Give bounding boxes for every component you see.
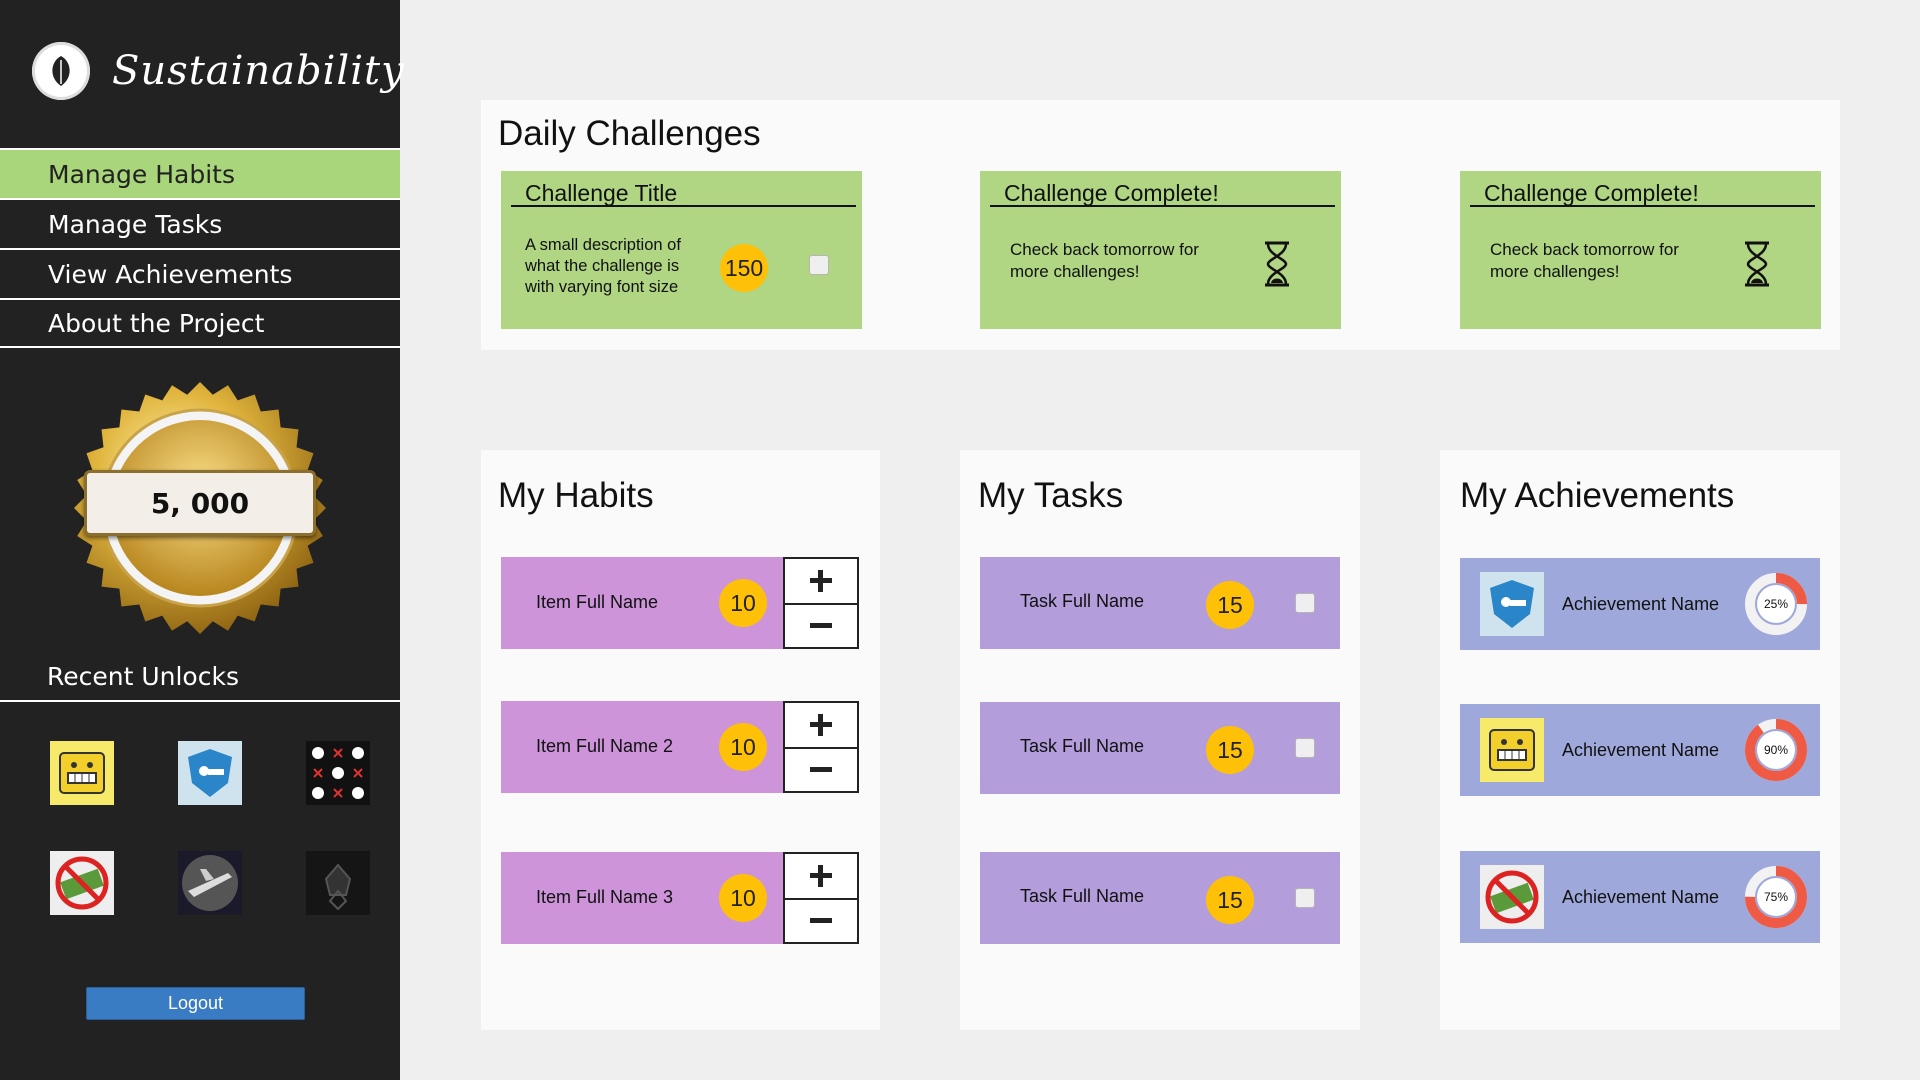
- hourglass-icon: [1745, 241, 1769, 287]
- task-name: Task Full Name: [1020, 591, 1145, 611]
- habit-stepper: [783, 701, 859, 793]
- recent-unlocks-title: Recent Unlocks: [47, 662, 239, 691]
- points-coin: 15: [1206, 876, 1254, 924]
- task-name: Task Full Name: [1020, 886, 1145, 906]
- minus-icon: [810, 623, 832, 628]
- points-badge: 5, 000: [70, 378, 330, 638]
- divider: [0, 700, 400, 702]
- grimace-face-icon[interactable]: [50, 741, 114, 805]
- plus-icon: [810, 714, 832, 736]
- nav-view-achievements[interactable]: View Achievements: [0, 248, 400, 298]
- increment-button[interactable]: [785, 703, 857, 747]
- logout-button[interactable]: Logout: [86, 987, 305, 1020]
- achievement-row[interactable]: Achievement Name 90%: [1460, 704, 1820, 796]
- points-coin: 15: [1206, 581, 1254, 629]
- app-title: Sustainability: [112, 48, 405, 94]
- no-money-icon: [1480, 865, 1544, 929]
- task-checkbox[interactable]: [1295, 888, 1315, 908]
- task-row[interactable]: Task Full Name 15: [980, 702, 1340, 794]
- task-row[interactable]: Task Full Name 15: [980, 557, 1340, 649]
- challenge-title: Challenge Title: [511, 182, 856, 207]
- progress-label: 25%: [1764, 597, 1788, 611]
- habit-name: Item Full Name: [536, 592, 659, 612]
- nav-about-project[interactable]: About the Project: [0, 298, 400, 348]
- challenge-card: Challenge Title A small description of w…: [501, 171, 862, 329]
- points-coin: 150: [720, 244, 768, 292]
- points-coin: 15: [1206, 726, 1254, 774]
- plus-icon: [810, 865, 832, 887]
- habit-name: Item Full Name 3: [536, 887, 674, 907]
- task-row[interactable]: Task Full Name 15: [980, 852, 1340, 944]
- shield-car-icon: [1480, 572, 1544, 636]
- task-checkbox[interactable]: [1295, 738, 1315, 758]
- habit-stepper: [783, 852, 859, 944]
- progress-label: 90%: [1764, 743, 1788, 757]
- challenge-complete-message: Check back tomorrow for more challenges!: [1010, 240, 1199, 281]
- daily-challenges-title: Daily Challenges: [498, 114, 761, 153]
- achievement-row[interactable]: Achievement Name 25%: [1460, 558, 1820, 650]
- nav-manage-tasks[interactable]: Manage Tasks: [0, 198, 400, 248]
- challenge-checkbox[interactable]: [809, 255, 829, 275]
- points-coin: 10: [719, 723, 767, 771]
- brand: Sustainability: [32, 42, 405, 100]
- increment-button[interactable]: [785, 559, 857, 603]
- achievement-name: Achievement Name: [1562, 887, 1720, 907]
- increment-button[interactable]: [785, 854, 857, 898]
- leaf-logo-icon: [32, 42, 90, 100]
- challenge-complete-title: Challenge Complete!: [1470, 182, 1815, 207]
- decrement-button[interactable]: [785, 747, 857, 791]
- airplane-icon[interactable]: [178, 851, 242, 915]
- decrement-button[interactable]: [785, 898, 857, 942]
- points-coin: 10: [719, 579, 767, 627]
- challenge-complete-message: Check back tomorrow for more challenges!: [1490, 240, 1679, 281]
- my-tasks-title: My Tasks: [978, 476, 1124, 515]
- dark-emblem-icon[interactable]: [306, 851, 370, 915]
- decrement-button[interactable]: [785, 603, 857, 647]
- skulls-pattern-icon[interactable]: [306, 741, 370, 805]
- grimace-face-icon: [1480, 718, 1544, 782]
- achievement-name: Achievement Name: [1562, 740, 1720, 760]
- habit-row[interactable]: Item Full Name 3 10: [501, 852, 783, 944]
- plus-icon: [810, 570, 832, 592]
- achievement-row[interactable]: Achievement Name 75%: [1460, 851, 1820, 943]
- challenge-card-complete: Challenge Complete! Check back tomorrow …: [1460, 171, 1821, 329]
- nav-manage-habits[interactable]: Manage Habits: [0, 148, 400, 198]
- habit-name: Item Full Name 2: [536, 736, 674, 756]
- challenge-description: A small description of what the challeng…: [525, 236, 681, 296]
- minus-icon: [810, 918, 832, 923]
- no-money-icon[interactable]: [50, 851, 114, 915]
- task-name: Task Full Name: [1020, 736, 1145, 756]
- progress-ring: 75%: [1745, 866, 1807, 928]
- shield-car-icon[interactable]: [178, 741, 242, 805]
- sidebar-nav: Manage Habits Manage Tasks View Achievem…: [0, 148, 400, 348]
- habit-stepper: [783, 557, 859, 649]
- challenge-complete-title: Challenge Complete!: [990, 182, 1335, 207]
- my-habits-title: My Habits: [498, 476, 654, 515]
- progress-label: 75%: [1764, 890, 1788, 904]
- progress-ring: 25%: [1745, 573, 1807, 635]
- challenge-card-complete: Challenge Complete! Check back tomorrow …: [980, 171, 1341, 329]
- points-total: 5, 000: [84, 470, 316, 536]
- habit-row[interactable]: Item Full Name 10: [501, 557, 783, 649]
- progress-ring: 90%: [1745, 719, 1807, 781]
- sidebar: Sustainability Manage Habits Manage Task…: [0, 0, 404, 1080]
- habit-row[interactable]: Item Full Name 2 10: [501, 701, 783, 793]
- points-coin: 10: [719, 874, 767, 922]
- hourglass-icon: [1265, 241, 1289, 287]
- my-achievements-title: My Achievements: [1460, 476, 1735, 515]
- task-checkbox[interactable]: [1295, 593, 1315, 613]
- minus-icon: [810, 767, 832, 772]
- achievement-name: Achievement Name: [1562, 594, 1720, 614]
